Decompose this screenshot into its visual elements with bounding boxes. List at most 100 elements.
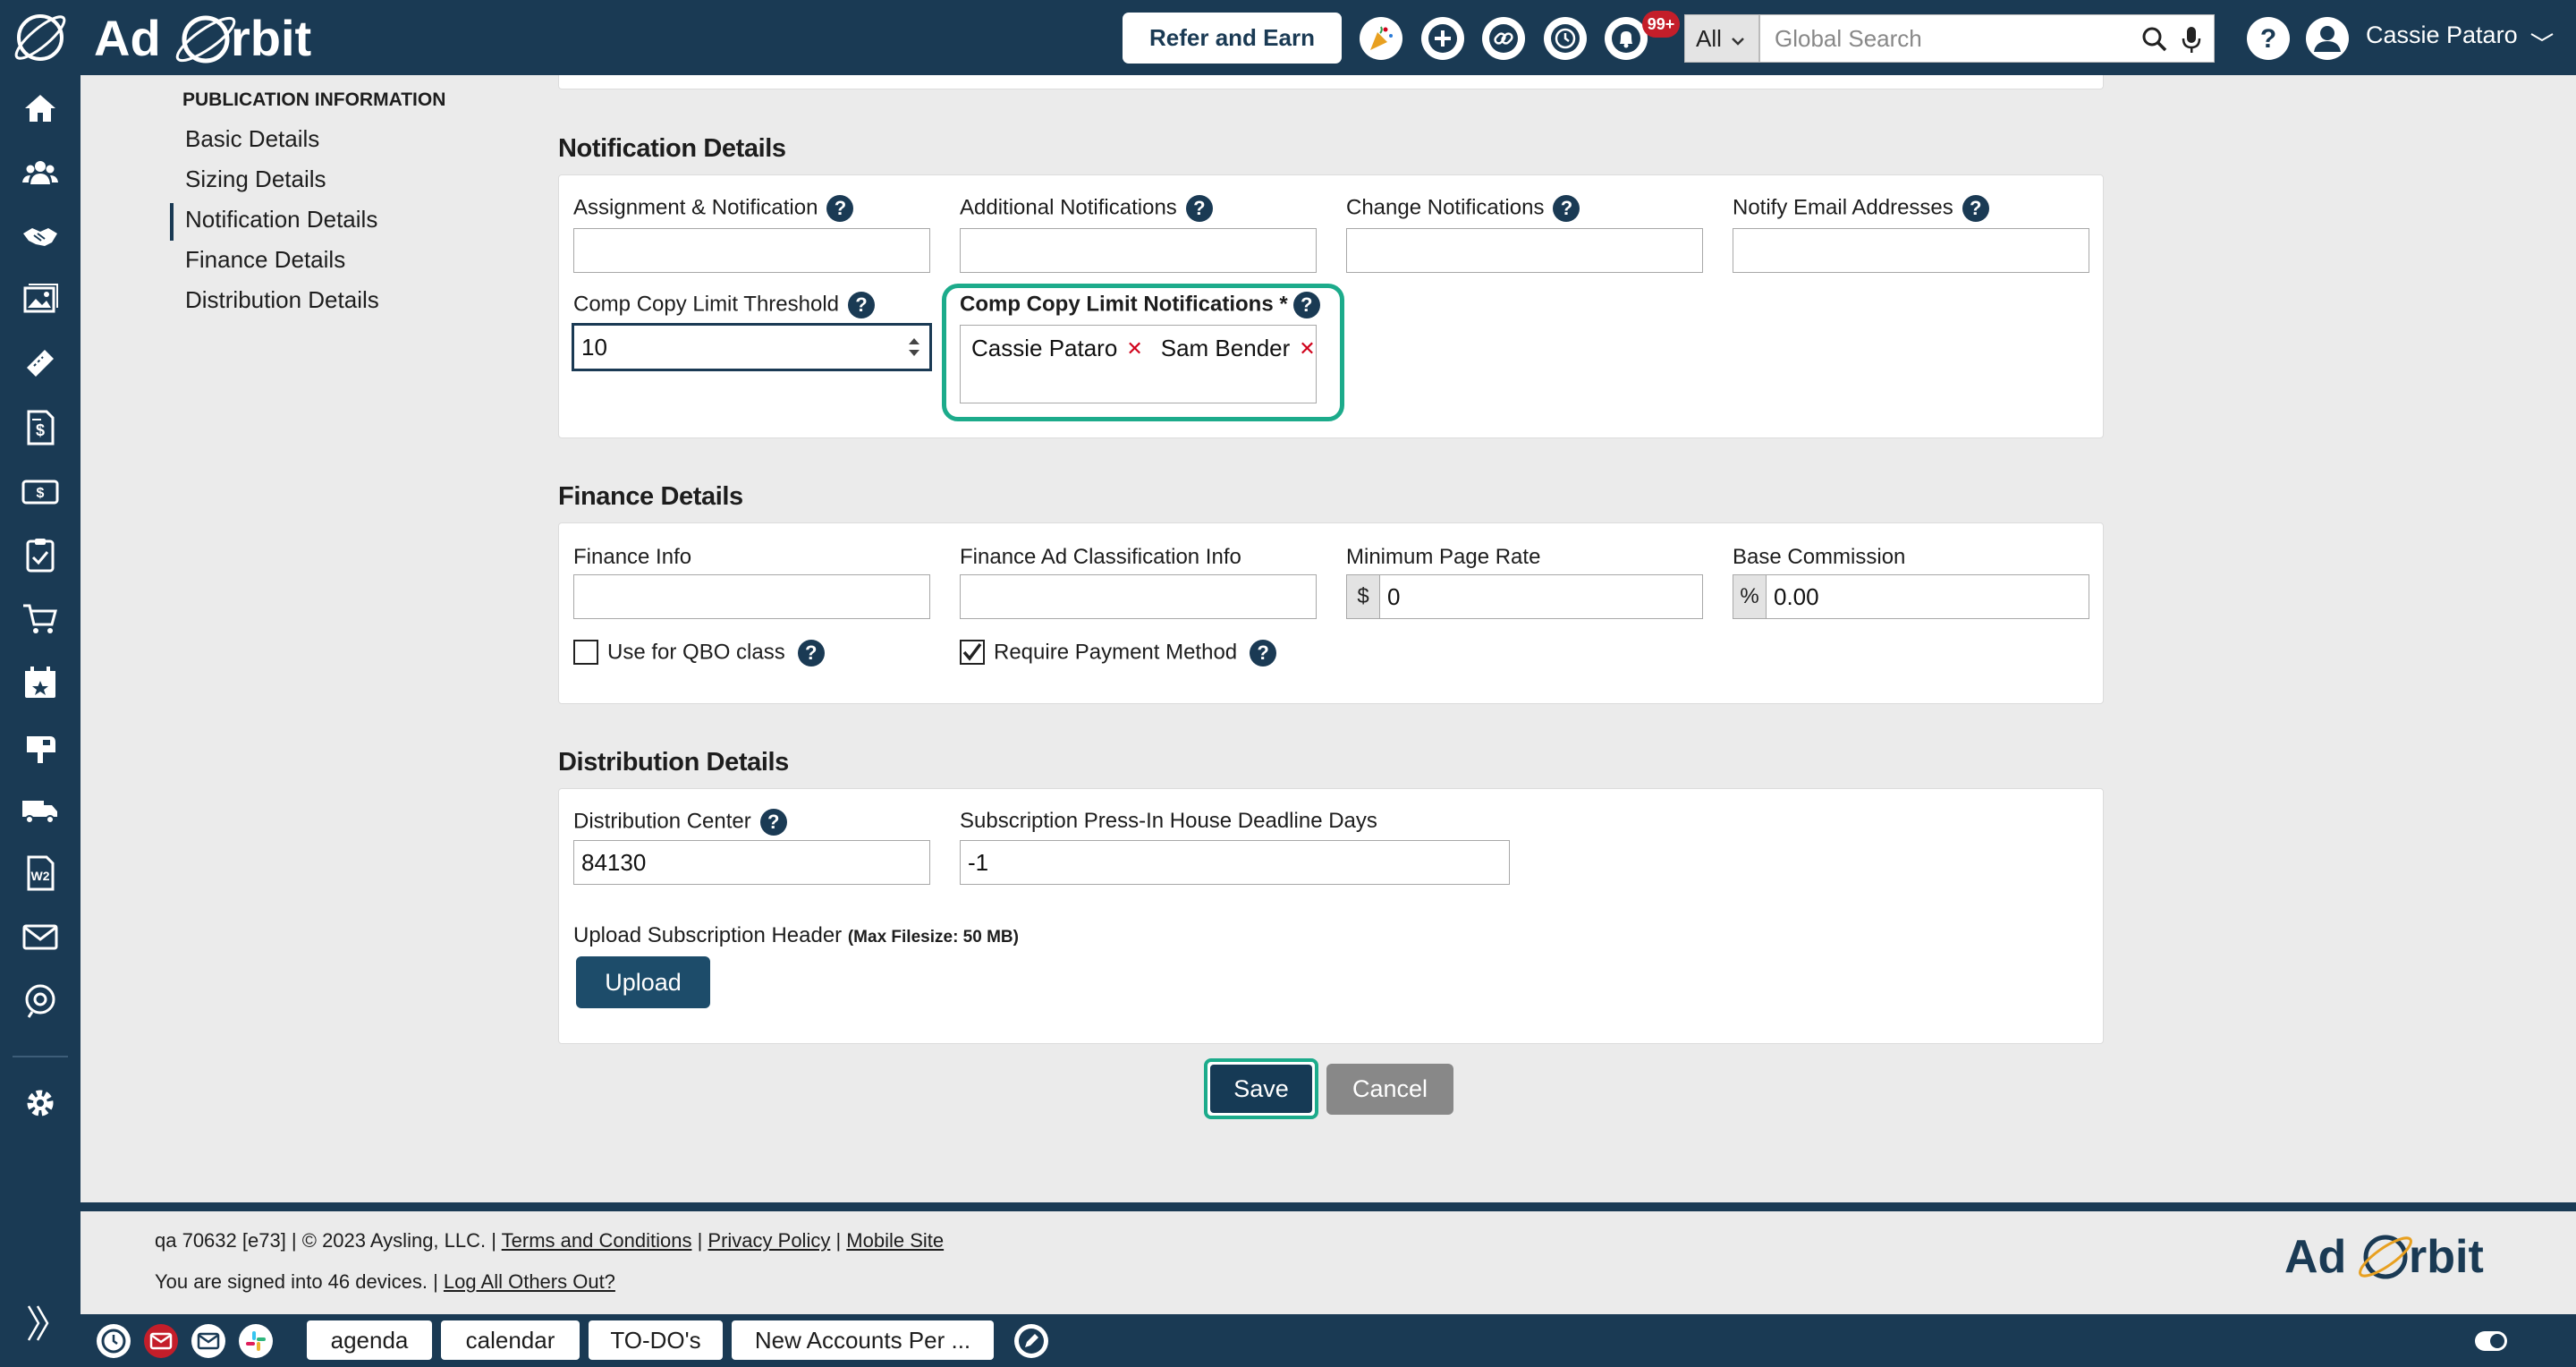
save-button[interactable]: Save [1204, 1058, 1318, 1119]
taskbar-tab-todos[interactable]: TO-DO's [589, 1320, 723, 1360]
change-notifications-input[interactable] [1346, 228, 1703, 273]
sidebar-divider [13, 1056, 68, 1057]
require-payment-label-text: Require Payment Method [994, 640, 1238, 665]
help-icon[interactable]: ? [1185, 195, 1213, 222]
bell-icon[interactable] [1605, 17, 1648, 60]
invoice-icon[interactable]: $ [20, 407, 61, 448]
distribution-center-label-text: Distribution Center [573, 809, 751, 834]
footer-line-2: You are signed into 46 devices. | Log Al… [155, 1270, 615, 1294]
additional-notifications-input[interactable] [960, 228, 1317, 273]
app-logo[interactable]: Ad rbit [94, 7, 344, 70]
mail-icon[interactable] [20, 916, 61, 957]
finance-details-card: Finance Info Finance Ad Classification I… [558, 522, 2104, 704]
svg-text:$: $ [36, 421, 45, 439]
require-payment-label: Require Payment Method? [994, 640, 1277, 667]
mailbox-icon[interactable] [20, 726, 61, 767]
toggle-icon[interactable] [2473, 1326, 2509, 1356]
deadline-days-input[interactable]: -1 [960, 840, 1510, 885]
help-icon[interactable]: ? [848, 292, 876, 318]
qbo-class-checkbox[interactable] [573, 640, 598, 665]
help-icon[interactable]: ? [759, 809, 787, 836]
contacts-icon[interactable] [20, 152, 61, 193]
w2-form-icon[interactable]: W2 [20, 853, 61, 894]
require-payment-checkbox[interactable] [960, 640, 985, 665]
nav-item-notification-details[interactable]: Notification Details [185, 206, 377, 233]
history-icon[interactable] [1544, 17, 1587, 60]
number-spinner-icon[interactable] [906, 335, 922, 366]
chevron-down-icon [1731, 25, 1745, 53]
svg-text:?: ? [2260, 24, 2276, 54]
slack-icon[interactable] [239, 1324, 273, 1358]
svg-text:rbit: rbit [2409, 1231, 2484, 1283]
threshold-number-input[interactable]: 10 [572, 323, 932, 371]
nav-item-finance-details[interactable]: Finance Details [185, 246, 345, 274]
min-page-rate-input[interactable]: 0 [1379, 574, 1703, 619]
home-icon[interactable] [20, 88, 61, 129]
delivery-truck-icon[interactable] [20, 789, 61, 830]
media-gallery-icon[interactable] [20, 279, 61, 320]
help-icon[interactable]: ? [1962, 195, 1989, 222]
notification-count-badge: 99+ [1642, 11, 1680, 38]
distribution-details-card: Distribution Center? 84130 Subscription … [558, 788, 2104, 1044]
nav-heading: PUBLICATION INFORMATION [182, 89, 446, 110]
add-icon[interactable] [1421, 17, 1464, 60]
search-scope-select[interactable]: All [1684, 14, 1759, 63]
cancel-button[interactable]: Cancel [1326, 1064, 1453, 1115]
upload-button[interactable]: Upload [576, 956, 710, 1008]
taskbar-tab-calendar[interactable]: calendar [441, 1320, 580, 1360]
search-icon[interactable] [2140, 24, 2170, 55]
party-popper-icon[interactable] [1360, 17, 1402, 60]
clock-icon[interactable] [97, 1324, 131, 1358]
footer: qa 70632 [e73] | © 2023 Aysling, LLC. | … [80, 1211, 2576, 1314]
bottom-taskbar: agenda calendar TO-DO's New Accounts Per… [80, 1314, 2576, 1367]
user-avatar-icon[interactable] [2305, 16, 2350, 61]
microphone-icon[interactable] [2181, 24, 2202, 55]
link-icon[interactable] [1482, 17, 1525, 60]
terms-link[interactable]: Terms and Conditions [502, 1229, 692, 1252]
help-icon[interactable]: ? [1553, 195, 1580, 222]
gear-icon[interactable] [20, 1083, 61, 1124]
upload-header-label-text: Upload Subscription Header [573, 923, 843, 947]
upload-filesize-note: (Max Filesize: 50 MB) [847, 928, 1019, 947]
footer-divider [80, 1202, 2576, 1211]
svg-text:W2: W2 [31, 869, 50, 883]
help-icon[interactable]: ? [826, 195, 854, 222]
taskbar-tab-agenda[interactable]: agenda [307, 1320, 432, 1360]
edit-pencil-icon[interactable] [1014, 1324, 1048, 1358]
cart-icon[interactable] [20, 598, 61, 639]
distribution-center-input[interactable]: 84130 [573, 840, 930, 885]
main-sidebar: $ $ W2 [0, 75, 80, 1367]
nav-item-basic-details[interactable]: Basic Details [185, 125, 319, 153]
global-search-input[interactable] [1775, 15, 2132, 62]
expand-sidebar-icon[interactable] [25, 1301, 52, 1355]
inbox-icon[interactable] [191, 1324, 225, 1358]
deadline-days-label: Subscription Press-In House Deadline Day… [960, 809, 1377, 833]
help-icon[interactable]: ? [797, 640, 825, 667]
support-icon[interactable] [20, 980, 61, 1021]
email-alert-icon[interactable] [144, 1324, 178, 1358]
handshake-icon[interactable] [20, 216, 61, 257]
change-notifications-label-text: Change Notifications [1346, 195, 1545, 220]
refer-and-earn-button[interactable]: Refer and Earn [1123, 13, 1342, 64]
taskbar-tab-new-accounts[interactable]: New Accounts Per ... [732, 1320, 994, 1360]
calendar-star-icon[interactable] [20, 662, 61, 703]
log-others-out-link[interactable]: Log All Others Out? [444, 1270, 615, 1293]
finance-ad-class-label: Finance Ad Classification Info [960, 545, 1241, 569]
finance-info-input[interactable] [573, 574, 930, 619]
assignment-notification-input[interactable] [573, 228, 930, 273]
nav-item-distribution-details[interactable]: Distribution Details [185, 286, 379, 314]
notify-email-input[interactable] [1733, 228, 2089, 273]
nav-item-sizing-details[interactable]: Sizing Details [185, 166, 326, 193]
orbit-logo-icon[interactable] [9, 11, 72, 64]
mobile-site-link[interactable]: Mobile Site [846, 1229, 944, 1252]
finance-ad-class-input[interactable] [960, 574, 1317, 619]
privacy-link[interactable]: Privacy Policy [708, 1229, 830, 1252]
help-icon[interactable]: ? [1250, 640, 1277, 667]
base-commission-input[interactable]: 0.00 [1766, 574, 2089, 619]
user-menu[interactable]: Cassie Pataro [2366, 21, 2555, 49]
money-exchange-icon[interactable]: $ [20, 471, 61, 512]
global-search-box [1759, 14, 2215, 63]
ticket-icon[interactable] [20, 343, 61, 384]
help-icon[interactable]: ? [2246, 16, 2291, 61]
clipboard-check-icon[interactable] [20, 534, 61, 575]
